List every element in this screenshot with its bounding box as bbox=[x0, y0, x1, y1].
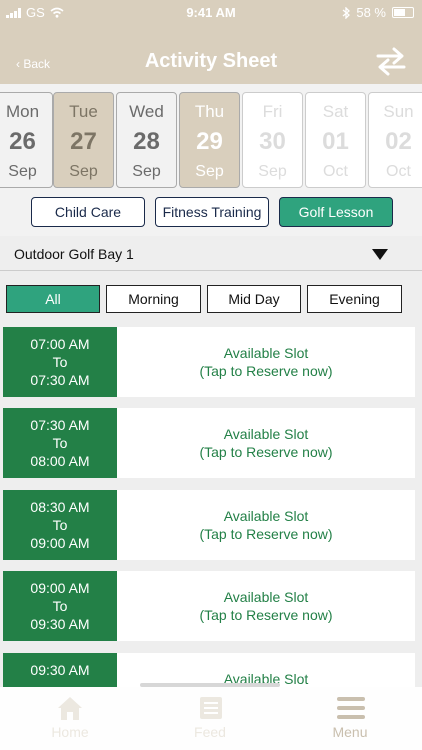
day-month: Sep bbox=[69, 163, 98, 180]
slot-action: (Tap to Reserve now) bbox=[199, 363, 333, 379]
slot-time: 09:00 AM To 09:30 AM bbox=[3, 571, 117, 641]
tab-bar: Home Feed Menu bbox=[0, 683, 422, 750]
location-value: Outdoor Golf Bay 1 bbox=[14, 246, 134, 262]
day-name: Wed bbox=[129, 102, 164, 121]
category-bar: Child Care Fitness Training Golf Lesson bbox=[0, 194, 422, 236]
tab-label: Menu bbox=[332, 724, 368, 740]
home-icon bbox=[58, 697, 82, 720]
slot-to: To bbox=[52, 517, 68, 533]
day-month: Oct bbox=[323, 163, 348, 180]
slot-action: (Tap to Reserve now) bbox=[199, 444, 333, 460]
category-golf-lesson[interactable]: Golf Lesson bbox=[279, 197, 393, 227]
time-filter-bar: All Morning Mid Day Evening bbox=[0, 285, 422, 315]
day-date: 02 bbox=[385, 128, 412, 155]
tab-menu[interactable]: Menu bbox=[280, 687, 420, 750]
filter-evening[interactable]: Evening bbox=[307, 285, 402, 313]
category-child-care[interactable]: Child Care bbox=[31, 197, 145, 227]
slot-start: 08:30 AM bbox=[30, 499, 90, 515]
slot-row[interactable]: 07:00 AM To 07:30 AM Available Slot (Tap… bbox=[3, 327, 415, 397]
day-name: Sun bbox=[383, 102, 414, 121]
slot-info: Available Slot (Tap to Reserve now) bbox=[117, 327, 415, 397]
day-date: 26 bbox=[9, 128, 36, 155]
slot-info: Available Slot (Tap to Reserve now) bbox=[117, 408, 415, 478]
slot-end: 08:00 AM bbox=[30, 453, 90, 469]
tab-label: Feed bbox=[194, 724, 226, 740]
status-right: 58 % bbox=[342, 5, 414, 20]
day-month: Sep bbox=[8, 163, 37, 180]
slot-end: 09:00 AM bbox=[30, 535, 90, 551]
tab-label: Home bbox=[51, 724, 89, 740]
day-card-thu[interactable]: Thu 29 Sep bbox=[179, 92, 240, 188]
slot-action: (Tap to Reserve now) bbox=[199, 526, 333, 542]
slot-status: Available Slot bbox=[223, 426, 309, 442]
tab-home[interactable]: Home bbox=[0, 687, 140, 750]
day-card-sat[interactable]: Sat 01 Oct bbox=[305, 92, 366, 188]
slot-start: 09:30 AM bbox=[30, 662, 90, 678]
slot-end: 09:30 AM bbox=[30, 616, 90, 632]
battery-label: 58 % bbox=[356, 5, 386, 20]
location-dropdown[interactable]: Outdoor Golf Bay 1 bbox=[0, 236, 422, 271]
bluetooth-icon bbox=[342, 6, 351, 19]
day-card-tue[interactable]: Tue 27 Sep bbox=[53, 92, 114, 188]
slot-row[interactable]: 07:30 AM To 08:00 AM Available Slot (Tap… bbox=[3, 408, 415, 478]
slot-status: Available Slot bbox=[223, 345, 309, 361]
tab-feed[interactable]: Feed bbox=[140, 687, 280, 750]
slot-to: To bbox=[52, 354, 68, 370]
slot-action: (Tap to Reserve now) bbox=[199, 607, 333, 623]
slot-info: Available Slot (Tap to Reserve now) bbox=[117, 571, 415, 641]
slot-status: Available Slot bbox=[223, 508, 309, 524]
day-name: Thu bbox=[194, 102, 225, 121]
slot-info: Available Slot (Tap to Reserve now) bbox=[117, 490, 415, 560]
day-month: Sep bbox=[258, 163, 287, 180]
day-date: 27 bbox=[70, 128, 97, 155]
slot-to: To bbox=[52, 598, 68, 614]
slot-time: 08:30 AM To 09:00 AM bbox=[3, 490, 117, 560]
day-name: Tue bbox=[69, 102, 98, 121]
date-strip: Mon 26 Sep Tue 27 Sep Wed 28 Sep Thu 29 … bbox=[0, 84, 422, 194]
filter-all[interactable]: All bbox=[6, 285, 100, 313]
day-card-fri[interactable]: Fri 30 Sep bbox=[242, 92, 303, 188]
slot-start: 07:00 AM bbox=[30, 336, 90, 352]
filter-mid-day[interactable]: Mid Day bbox=[207, 285, 301, 313]
slot-row[interactable]: 09:00 AM To 09:30 AM Available Slot (Tap… bbox=[3, 571, 415, 641]
header: ‹ Back Activity Sheet bbox=[0, 26, 422, 84]
day-name: Sat bbox=[322, 102, 349, 121]
category-fitness-training[interactable]: Fitness Training bbox=[155, 197, 269, 227]
slot-start: 09:00 AM bbox=[30, 580, 90, 596]
day-name: Mon bbox=[5, 102, 40, 121]
day-date: 28 bbox=[133, 128, 160, 155]
day-card-sun[interactable]: Sun 02 Oct bbox=[368, 92, 422, 188]
status-bar: GS 9:41 AM 58 % bbox=[0, 0, 422, 26]
slot-row[interactable]: 08:30 AM To 09:00 AM Available Slot (Tap… bbox=[3, 490, 415, 560]
day-date: 01 bbox=[322, 128, 349, 155]
menu-icon bbox=[337, 697, 365, 719]
slot-time: 07:00 AM To 07:30 AM bbox=[3, 327, 117, 397]
battery-icon bbox=[392, 7, 414, 18]
slot-time: 07:30 AM To 08:00 AM bbox=[3, 408, 117, 478]
slot-row[interactable]: 09:30 AM Available Slot bbox=[3, 653, 415, 687]
slot-to: To bbox=[52, 435, 68, 451]
slot-status: Available Slot bbox=[223, 589, 309, 605]
day-date: 30 bbox=[259, 128, 286, 155]
day-card-mon[interactable]: Mon 26 Sep bbox=[0, 92, 53, 188]
day-name: Fri bbox=[262, 102, 283, 121]
day-card-wed[interactable]: Wed 28 Sep bbox=[116, 92, 177, 188]
day-month: Oct bbox=[386, 163, 411, 180]
slot-end: 07:30 AM bbox=[30, 372, 90, 388]
slot-info: Available Slot bbox=[117, 653, 415, 687]
slot-time: 09:30 AM bbox=[3, 653, 117, 687]
slot-list: 07:00 AM To 07:30 AM Available Slot (Tap… bbox=[0, 327, 422, 687]
day-month: Sep bbox=[195, 163, 224, 180]
swap-icon[interactable] bbox=[374, 46, 408, 76]
slot-start: 07:30 AM bbox=[30, 417, 90, 433]
filter-morning[interactable]: Morning bbox=[106, 285, 201, 313]
day-month: Sep bbox=[132, 163, 161, 180]
dropdown-triangle-icon bbox=[372, 249, 388, 260]
day-date: 29 bbox=[196, 128, 223, 155]
feed-icon bbox=[200, 697, 222, 719]
page-title: Activity Sheet bbox=[144, 50, 278, 72]
